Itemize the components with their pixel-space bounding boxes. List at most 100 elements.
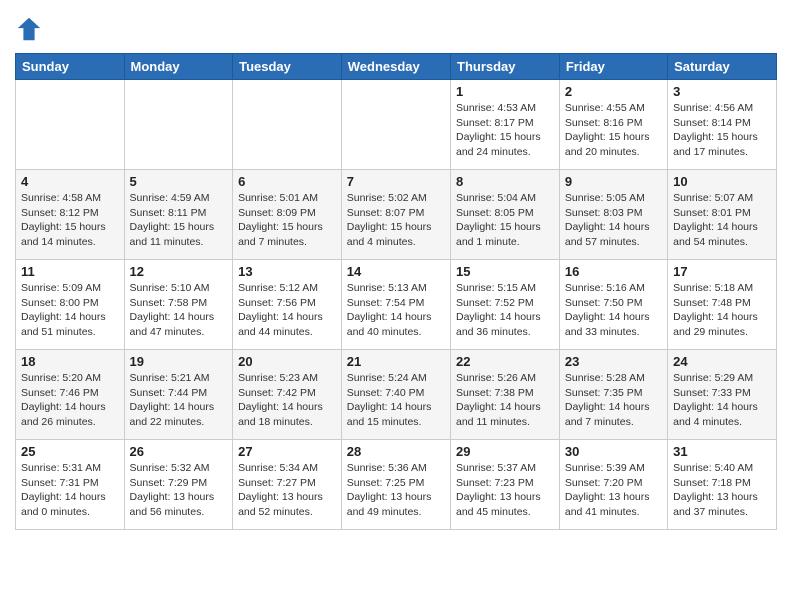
header-monday: Monday bbox=[124, 54, 233, 80]
day-info: Sunrise: 5:21 AM Sunset: 7:44 PM Dayligh… bbox=[130, 371, 228, 430]
calendar-cell: 5 Sunrise: 4:59 AM Sunset: 8:11 PM Daylig… bbox=[124, 170, 233, 260]
day-number: 28 bbox=[347, 444, 445, 459]
day-number: 1 bbox=[456, 84, 554, 99]
day-info: Sunrise: 4:53 AM Sunset: 8:17 PM Dayligh… bbox=[456, 101, 554, 160]
day-number: 24 bbox=[673, 354, 771, 369]
day-info: Sunrise: 5:40 AM Sunset: 7:18 PM Dayligh… bbox=[673, 461, 771, 520]
day-number: 14 bbox=[347, 264, 445, 279]
week-row-1: 1 Sunrise: 4:53 AM Sunset: 8:17 PM Daylig… bbox=[16, 80, 777, 170]
calendar-cell: 23Sunrise: 5:28 AM Sunset: 7:35 PM Dayli… bbox=[559, 350, 667, 440]
day-number: 21 bbox=[347, 354, 445, 369]
calendar-cell: 22Sunrise: 5:26 AM Sunset: 7:38 PM Dayli… bbox=[451, 350, 560, 440]
day-number: 31 bbox=[673, 444, 771, 459]
calendar-cell: 17Sunrise: 5:18 AM Sunset: 7:48 PM Dayli… bbox=[668, 260, 777, 350]
day-number: 4 bbox=[21, 174, 119, 189]
day-info: Sunrise: 5:24 AM Sunset: 7:40 PM Dayligh… bbox=[347, 371, 445, 430]
header-friday: Friday bbox=[559, 54, 667, 80]
day-info: Sunrise: 5:09 AM Sunset: 8:00 PM Dayligh… bbox=[21, 281, 119, 340]
calendar-cell: 16 Sunrise: 5:16 AM Sunset: 7:50 PM Dayli… bbox=[559, 260, 667, 350]
calendar-cell: 15 Sunrise: 5:15 AM Sunset: 7:52 PM Dayli… bbox=[451, 260, 560, 350]
calendar: SundayMondayTuesdayWednesdayThursdayFrid… bbox=[15, 53, 777, 530]
calendar-cell: 18Sunrise: 5:20 AM Sunset: 7:46 PM Dayli… bbox=[16, 350, 125, 440]
day-info: Sunrise: 5:04 AM Sunset: 8:05 PM Dayligh… bbox=[456, 191, 554, 250]
day-info: Sunrise: 5:02 AM Sunset: 8:07 PM Dayligh… bbox=[347, 191, 445, 250]
day-info: Sunrise: 5:34 AM Sunset: 7:27 PM Dayligh… bbox=[238, 461, 336, 520]
calendar-cell: 11 Sunrise: 5:09 AM Sunset: 8:00 PM Dayli… bbox=[16, 260, 125, 350]
day-number: 13 bbox=[238, 264, 336, 279]
day-info: Sunrise: 4:58 AM Sunset: 8:12 PM Dayligh… bbox=[21, 191, 119, 250]
page-header bbox=[15, 15, 777, 43]
calendar-cell: 29Sunrise: 5:37 AM Sunset: 7:23 PM Dayli… bbox=[451, 440, 560, 530]
day-number: 20 bbox=[238, 354, 336, 369]
week-row-4: 18Sunrise: 5:20 AM Sunset: 7:46 PM Dayli… bbox=[16, 350, 777, 440]
day-info: Sunrise: 5:36 AM Sunset: 7:25 PM Dayligh… bbox=[347, 461, 445, 520]
calendar-cell: 12 Sunrise: 5:10 AM Sunset: 7:58 PM Dayli… bbox=[124, 260, 233, 350]
calendar-cell: 24 Sunrise: 5:29 AM Sunset: 7:33 PM Dayli… bbox=[668, 350, 777, 440]
calendar-cell: 25 Sunrise: 5:31 AM Sunset: 7:31 PM Dayli… bbox=[16, 440, 125, 530]
calendar-cell: 30Sunrise: 5:39 AM Sunset: 7:20 PM Dayli… bbox=[559, 440, 667, 530]
week-row-2: 4 Sunrise: 4:58 AM Sunset: 8:12 PM Daylig… bbox=[16, 170, 777, 260]
calendar-cell bbox=[341, 80, 450, 170]
calendar-cell bbox=[124, 80, 233, 170]
calendar-cell: 19 Sunrise: 5:21 AM Sunset: 7:44 PM Dayli… bbox=[124, 350, 233, 440]
day-number: 15 bbox=[456, 264, 554, 279]
calendar-cell: 21 Sunrise: 5:24 AM Sunset: 7:40 PM Dayli… bbox=[341, 350, 450, 440]
day-number: 12 bbox=[130, 264, 228, 279]
day-info: Sunrise: 5:32 AM Sunset: 7:29 PM Dayligh… bbox=[130, 461, 228, 520]
day-info: Sunrise: 4:56 AM Sunset: 8:14 PM Dayligh… bbox=[673, 101, 771, 160]
day-number: 5 bbox=[130, 174, 228, 189]
calendar-cell: 3 Sunrise: 4:56 AM Sunset: 8:14 PM Daylig… bbox=[668, 80, 777, 170]
header-tuesday: Tuesday bbox=[233, 54, 342, 80]
logo bbox=[15, 15, 47, 43]
day-number: 26 bbox=[130, 444, 228, 459]
day-number: 6 bbox=[238, 174, 336, 189]
day-info: Sunrise: 5:15 AM Sunset: 7:52 PM Dayligh… bbox=[456, 281, 554, 340]
day-number: 19 bbox=[130, 354, 228, 369]
day-info: Sunrise: 5:16 AM Sunset: 7:50 PM Dayligh… bbox=[565, 281, 662, 340]
day-info: Sunrise: 5:10 AM Sunset: 7:58 PM Dayligh… bbox=[130, 281, 228, 340]
day-number: 11 bbox=[21, 264, 119, 279]
day-number: 7 bbox=[347, 174, 445, 189]
day-number: 10 bbox=[673, 174, 771, 189]
calendar-cell bbox=[233, 80, 342, 170]
day-info: Sunrise: 5:13 AM Sunset: 7:54 PM Dayligh… bbox=[347, 281, 445, 340]
day-number: 9 bbox=[565, 174, 662, 189]
calendar-cell: 10 Sunrise: 5:07 AM Sunset: 8:01 PM Dayli… bbox=[668, 170, 777, 260]
calendar-cell: 4 Sunrise: 4:58 AM Sunset: 8:12 PM Daylig… bbox=[16, 170, 125, 260]
day-number: 8 bbox=[456, 174, 554, 189]
header-sunday: Sunday bbox=[16, 54, 125, 80]
day-info: Sunrise: 5:05 AM Sunset: 8:03 PM Dayligh… bbox=[565, 191, 662, 250]
logo-icon bbox=[15, 15, 43, 43]
calendar-cell: 1 Sunrise: 4:53 AM Sunset: 8:17 PM Daylig… bbox=[451, 80, 560, 170]
day-number: 29 bbox=[456, 444, 554, 459]
day-number: 2 bbox=[565, 84, 662, 99]
calendar-cell: 7 Sunrise: 5:02 AM Sunset: 8:07 PM Daylig… bbox=[341, 170, 450, 260]
calendar-cell: 6 Sunrise: 5:01 AM Sunset: 8:09 PM Daylig… bbox=[233, 170, 342, 260]
day-info: Sunrise: 5:12 AM Sunset: 7:56 PM Dayligh… bbox=[238, 281, 336, 340]
day-info: Sunrise: 5:26 AM Sunset: 7:38 PM Dayligh… bbox=[456, 371, 554, 430]
calendar-cell: 8 Sunrise: 5:04 AM Sunset: 8:05 PM Daylig… bbox=[451, 170, 560, 260]
calendar-cell: 2 Sunrise: 4:55 AM Sunset: 8:16 PM Daylig… bbox=[559, 80, 667, 170]
calendar-cell: 13 Sunrise: 5:12 AM Sunset: 7:56 PM Dayli… bbox=[233, 260, 342, 350]
day-info: Sunrise: 5:01 AM Sunset: 8:09 PM Dayligh… bbox=[238, 191, 336, 250]
day-info: Sunrise: 4:55 AM Sunset: 8:16 PM Dayligh… bbox=[565, 101, 662, 160]
day-info: Sunrise: 5:29 AM Sunset: 7:33 PM Dayligh… bbox=[673, 371, 771, 430]
day-number: 25 bbox=[21, 444, 119, 459]
day-number: 23 bbox=[565, 354, 662, 369]
calendar-cell: 28 Sunrise: 5:36 AM Sunset: 7:25 PM Dayli… bbox=[341, 440, 450, 530]
header-wednesday: Wednesday bbox=[341, 54, 450, 80]
day-number: 18 bbox=[21, 354, 119, 369]
calendar-cell: 31 Sunrise: 5:40 AM Sunset: 7:18 PM Dayli… bbox=[668, 440, 777, 530]
day-number: 17 bbox=[673, 264, 771, 279]
day-info: Sunrise: 5:07 AM Sunset: 8:01 PM Dayligh… bbox=[673, 191, 771, 250]
day-number: 16 bbox=[565, 264, 662, 279]
day-number: 27 bbox=[238, 444, 336, 459]
day-number: 3 bbox=[673, 84, 771, 99]
calendar-cell: 26 Sunrise: 5:32 AM Sunset: 7:29 PM Dayli… bbox=[124, 440, 233, 530]
calendar-cell: 20Sunrise: 5:23 AM Sunset: 7:42 PM Dayli… bbox=[233, 350, 342, 440]
day-info: Sunrise: 4:59 AM Sunset: 8:11 PM Dayligh… bbox=[130, 191, 228, 250]
week-row-5: 25 Sunrise: 5:31 AM Sunset: 7:31 PM Dayli… bbox=[16, 440, 777, 530]
week-row-3: 11 Sunrise: 5:09 AM Sunset: 8:00 PM Dayli… bbox=[16, 260, 777, 350]
calendar-cell: 27 Sunrise: 5:34 AM Sunset: 7:27 PM Dayli… bbox=[233, 440, 342, 530]
day-info: Sunrise: 5:31 AM Sunset: 7:31 PM Dayligh… bbox=[21, 461, 119, 520]
